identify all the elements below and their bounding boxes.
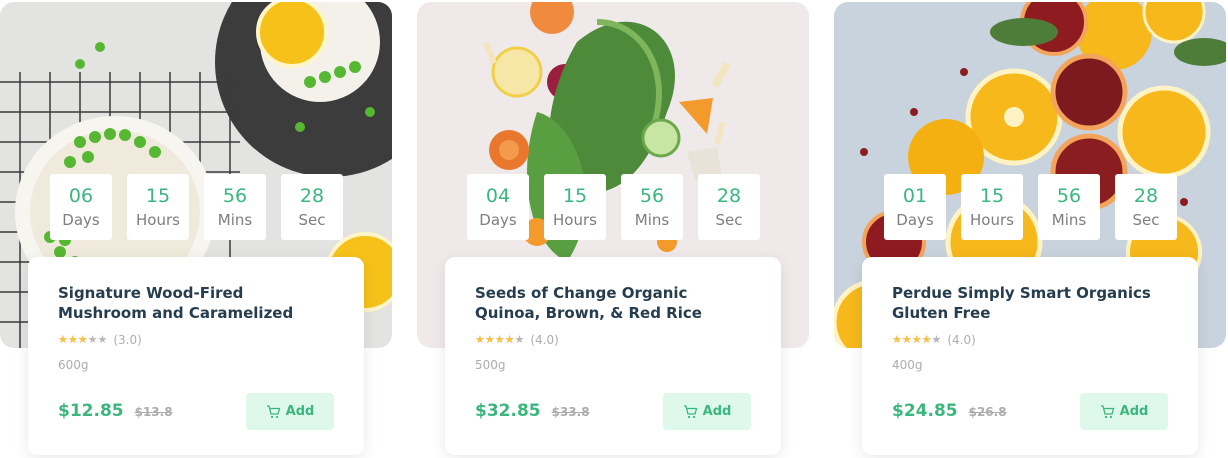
deal-countdown: 04 Days 15 Hours 56 Mins 28 Sec [467, 174, 760, 240]
add-to-cart-button[interactable]: Add [663, 393, 751, 430]
countdown-value: 15 [979, 184, 1005, 207]
countdown-value: 28 [299, 184, 325, 207]
countdown-hours: 15 Hours [544, 174, 606, 240]
countdown-value: 28 [1133, 184, 1159, 207]
price-row: $32.85 $33.8 Add [475, 391, 751, 431]
countdown-label: Sec [298, 210, 326, 229]
current-price: $12.85 [58, 401, 124, 421]
cart-icon [683, 404, 698, 418]
product-weight: 500g [475, 358, 506, 372]
countdown-value: 56 [222, 184, 248, 207]
countdown-label: Mins [634, 210, 670, 229]
old-price: $26.8 [968, 405, 1007, 419]
add-button-label: Add [285, 404, 315, 419]
countdown-value: 56 [1056, 184, 1082, 207]
countdown-mins: 56 Mins [621, 174, 683, 240]
product-info: Perdue Simply Smart Organics Gluten Free… [862, 257, 1198, 455]
countdown-label: Sec [715, 210, 743, 229]
rating-value: (4.0) [530, 333, 559, 347]
countdown-value: 56 [639, 184, 665, 207]
countdown-hours: 15 Hours [961, 174, 1023, 240]
deal-countdown: 01 Days 15 Hours 56 Mins 28 Sec [884, 174, 1177, 240]
countdown-hours: 15 Hours [127, 174, 189, 240]
rating-value: (3.0) [113, 333, 142, 347]
add-button-label: Add [702, 404, 732, 419]
deal-countdown: 06 Days 15 Hours 56 Mins 28 Sec [50, 174, 343, 240]
countdown-mins: 56 Mins [204, 174, 266, 240]
countdown-label: Hours [136, 210, 180, 229]
product-card[interactable]: 01 Days 15 Hours 56 Mins 28 Sec Perdue S… [834, 0, 1226, 458]
countdown-days: 01 Days [884, 174, 946, 240]
product-card[interactable]: 04 Days 15 Hours 56 Mins 28 Sec Seeds of… [417, 0, 809, 458]
rating-value: (4.0) [947, 333, 976, 347]
countdown-label: Days [479, 210, 517, 229]
old-price: $33.8 [551, 405, 590, 419]
product-weight: 600g [58, 358, 89, 372]
current-price: $24.85 [892, 401, 958, 421]
cart-icon [266, 404, 281, 418]
product-rating: ★★★★★★★★★★ (4.0) [892, 331, 1168, 349]
current-price: $32.85 [475, 401, 541, 421]
countdown-label: Mins [1051, 210, 1087, 229]
countdown-sec: 28 Sec [1115, 174, 1177, 240]
countdown-label: Hours [970, 210, 1014, 229]
countdown-value: 04 [485, 184, 511, 207]
old-price: $13.8 [134, 405, 173, 419]
countdown-value: 06 [68, 184, 94, 207]
countdown-value: 15 [145, 184, 171, 207]
countdown-days: 06 Days [50, 174, 112, 240]
countdown-sec: 28 Sec [281, 174, 343, 240]
countdown-label: Days [896, 210, 934, 229]
countdown-value: 28 [716, 184, 742, 207]
add-to-cart-button[interactable]: Add [246, 393, 334, 430]
countdown-value: 01 [902, 184, 928, 207]
product-weight: 400g [892, 358, 923, 372]
product-card[interactable]: 06 Days 15 Hours 56 Mins 28 Sec Signatur… [0, 0, 392, 458]
rating-stars-icon: ★★★★★★★★★★ [475, 333, 525, 346]
product-title[interactable]: Signature Wood-Fired Mushroom and Carame… [58, 283, 334, 323]
price-row: $12.85 $13.8 Add [58, 391, 334, 431]
product-info: Signature Wood-Fired Mushroom and Carame… [28, 257, 364, 455]
countdown-days: 04 Days [467, 174, 529, 240]
product-info: Seeds of Change Organic Quinoa, Brown, &… [445, 257, 781, 455]
product-title[interactable]: Seeds of Change Organic Quinoa, Brown, &… [475, 283, 751, 323]
rating-stars-icon: ★★★★★★★★★★ [58, 333, 108, 346]
countdown-sec: 28 Sec [698, 174, 760, 240]
product-title[interactable]: Perdue Simply Smart Organics Gluten Free [892, 283, 1168, 323]
add-button-label: Add [1119, 404, 1149, 419]
rating-stars-icon: ★★★★★★★★★★ [892, 333, 942, 346]
product-rating: ★★★★★★★★★★ (3.0) [58, 331, 334, 349]
countdown-label: Sec [1132, 210, 1160, 229]
countdown-value: 15 [562, 184, 588, 207]
price-row: $24.85 $26.8 Add [892, 391, 1168, 431]
countdown-label: Days [62, 210, 100, 229]
add-to-cart-button[interactable]: Add [1080, 393, 1168, 430]
cart-icon [1100, 404, 1115, 418]
countdown-mins: 56 Mins [1038, 174, 1100, 240]
countdown-label: Mins [217, 210, 253, 229]
countdown-label: Hours [553, 210, 597, 229]
product-rating: ★★★★★★★★★★ (4.0) [475, 331, 751, 349]
